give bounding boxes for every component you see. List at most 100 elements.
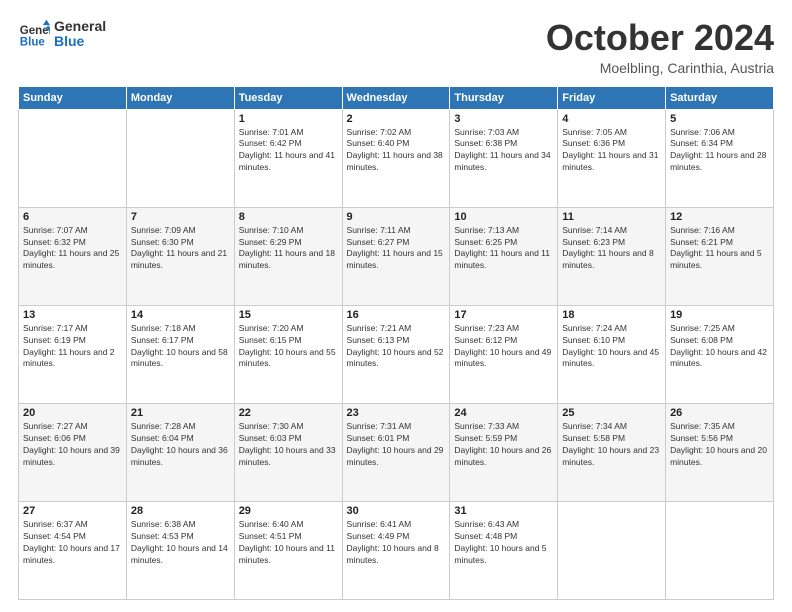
calendar-cell: 4 Sunrise: 7:05 AMSunset: 6:36 PMDaylight… (558, 109, 666, 207)
calendar-cell: 15Sunrise: 7:20 AMSunset: 6:15 PMDayligh… (234, 305, 342, 403)
calendar-cell: 28 Sunrise: 6:38 AMSunset: 4:53 PMDayligh… (126, 501, 234, 599)
calendar-cell: 24Sunrise: 7:33 AMSunset: 5:59 PMDayligh… (450, 403, 558, 501)
calendar-cell: 2Sunrise: 7:02 AMSunset: 6:40 PMDaylight… (342, 109, 450, 207)
weekday-header-sunday: Sunday (19, 86, 127, 109)
calendar-cell: 7 Sunrise: 7:09 AMSunset: 6:30 PMDaylight… (126, 207, 234, 305)
cell-info: Sunrise: 6:37 AMSunset: 4:54 PMDaylight:… (23, 519, 122, 567)
cell-info: Sunrise: 7:09 AMSunset: 6:30 PMDaylight:… (131, 225, 230, 273)
calendar-week-5: 27 Sunrise: 6:37 AMSunset: 4:54 PMDayligh… (19, 501, 774, 599)
calendar-cell: 21 Sunrise: 7:28 AMSunset: 6:04 PMDayligh… (126, 403, 234, 501)
calendar-cell: 5 Sunrise: 7:06 AMSunset: 6:34 PMDaylight… (666, 109, 774, 207)
month-title: October 2024 (546, 18, 774, 58)
cell-info: Sunrise: 7:34 AMSunset: 5:58 PMDaylight:… (562, 421, 661, 469)
calendar-cell (19, 109, 127, 207)
cell-info: Sunrise: 7:05 AMSunset: 6:36 PMDaylight:… (562, 127, 661, 175)
weekday-header-wednesday: Wednesday (342, 86, 450, 109)
page-header: General Blue General Blue October 2024 M… (18, 18, 774, 76)
day-number: 12 (670, 211, 769, 223)
day-number: 20 (23, 407, 122, 419)
cell-info: Sunrise: 7:06 AMSunset: 6:34 PMDaylight:… (670, 127, 769, 175)
day-number: 4 (562, 113, 661, 125)
cell-info: Sunrise: 6:40 AMSunset: 4:51 PMDaylight:… (239, 519, 338, 567)
cell-info: Sunrise: 7:23 AMSunset: 6:12 PMDaylight:… (454, 323, 553, 371)
logo-line2: Blue (54, 34, 106, 49)
day-number: 10 (454, 211, 553, 223)
cell-info: Sunrise: 7:07 AMSunset: 6:32 PMDaylight:… (23, 225, 122, 273)
logo-line1: General (54, 19, 106, 34)
cell-info: Sunrise: 7:10 AMSunset: 6:29 PMDaylight:… (239, 225, 338, 273)
calendar-cell: 30 Sunrise: 6:41 AMSunset: 4:49 PMDayligh… (342, 501, 450, 599)
cell-info: Sunrise: 7:31 AMSunset: 6:01 PMDaylight:… (347, 421, 446, 469)
cell-info: Sunrise: 7:14 AMSunset: 6:23 PMDaylight:… (562, 225, 661, 273)
cell-info: Sunrise: 7:25 AMSunset: 6:08 PMDaylight:… (670, 323, 769, 371)
weekday-header-tuesday: Tuesday (234, 86, 342, 109)
cell-info: Sunrise: 7:02 AMSunset: 6:40 PMDaylight:… (347, 127, 446, 175)
day-number: 9 (347, 211, 446, 223)
day-number: 28 (131, 505, 230, 517)
calendar-cell: 9Sunrise: 7:11 AMSunset: 6:27 PMDaylight… (342, 207, 450, 305)
cell-info: Sunrise: 6:41 AMSunset: 4:49 PMDaylight:… (347, 519, 446, 567)
calendar-cell: 11 Sunrise: 7:14 AMSunset: 6:23 PMDayligh… (558, 207, 666, 305)
calendar-cell: 29 Sunrise: 6:40 AMSunset: 4:51 PMDayligh… (234, 501, 342, 599)
calendar-body: 1Sunrise: 7:01 AMSunset: 6:42 PMDaylight… (19, 109, 774, 599)
day-number: 30 (347, 505, 446, 517)
calendar-cell: 14Sunrise: 7:18 AMSunset: 6:17 PMDayligh… (126, 305, 234, 403)
day-number: 19 (670, 309, 769, 321)
day-number: 23 (347, 407, 446, 419)
day-number: 7 (131, 211, 230, 223)
calendar-cell: 25 Sunrise: 7:34 AMSunset: 5:58 PMDayligh… (558, 403, 666, 501)
cell-info: Sunrise: 7:30 AMSunset: 6:03 PMDaylight:… (239, 421, 338, 469)
calendar-cell: 17Sunrise: 7:23 AMSunset: 6:12 PMDayligh… (450, 305, 558, 403)
weekday-header-monday: Monday (126, 86, 234, 109)
title-block: October 2024 Moelbling, Carinthia, Austr… (546, 18, 774, 76)
cell-info: Sunrise: 7:03 AMSunset: 6:38 PMDaylight:… (454, 127, 553, 175)
calendar-cell: 1Sunrise: 7:01 AMSunset: 6:42 PMDaylight… (234, 109, 342, 207)
location: Moelbling, Carinthia, Austria (546, 60, 774, 76)
calendar-cell: 31 Sunrise: 6:43 AMSunset: 4:48 PMDayligh… (450, 501, 558, 599)
day-number: 22 (239, 407, 338, 419)
cell-info: Sunrise: 6:38 AMSunset: 4:53 PMDaylight:… (131, 519, 230, 567)
calendar-cell: 19 Sunrise: 7:25 AMSunset: 6:08 PMDayligh… (666, 305, 774, 403)
calendar-week-4: 20 Sunrise: 7:27 AMSunset: 6:06 PMDayligh… (19, 403, 774, 501)
calendar-cell: 12 Sunrise: 7:16 AMSunset: 6:21 PMDayligh… (666, 207, 774, 305)
cell-info: Sunrise: 7:27 AMSunset: 6:06 PMDaylight:… (23, 421, 122, 469)
calendar-cell: 20 Sunrise: 7:27 AMSunset: 6:06 PMDayligh… (19, 403, 127, 501)
cell-info: Sunrise: 7:16 AMSunset: 6:21 PMDaylight:… (670, 225, 769, 273)
logo-icon: General Blue (18, 18, 50, 50)
day-number: 31 (454, 505, 553, 517)
svg-text:General: General (20, 25, 50, 37)
day-number: 3 (454, 113, 553, 125)
day-number: 21 (131, 407, 230, 419)
day-number: 25 (562, 407, 661, 419)
calendar-cell: 26Sunrise: 7:35 AMSunset: 5:56 PMDayligh… (666, 403, 774, 501)
calendar-cell: 8Sunrise: 7:10 AMSunset: 6:29 PMDaylight… (234, 207, 342, 305)
cell-info: Sunrise: 7:28 AMSunset: 6:04 PMDaylight:… (131, 421, 230, 469)
calendar-cell: 3 Sunrise: 7:03 AMSunset: 6:38 PMDaylight… (450, 109, 558, 207)
logo: General Blue General Blue (18, 18, 106, 50)
day-number: 15 (239, 309, 338, 321)
cell-info: Sunrise: 7:21 AMSunset: 6:13 PMDaylight:… (347, 323, 446, 371)
day-number: 11 (562, 211, 661, 223)
cell-info: Sunrise: 6:43 AMSunset: 4:48 PMDaylight:… (454, 519, 553, 567)
day-number: 1 (239, 113, 338, 125)
day-number: 29 (239, 505, 338, 517)
calendar-table: SundayMondayTuesdayWednesdayThursdayFrid… (18, 86, 774, 600)
cell-info: Sunrise: 7:13 AMSunset: 6:25 PMDaylight:… (454, 225, 553, 273)
svg-text:Blue: Blue (20, 37, 46, 49)
calendar-week-2: 6 Sunrise: 7:07 AMSunset: 6:32 PMDaylight… (19, 207, 774, 305)
cell-info: Sunrise: 7:17 AMSunset: 6:19 PMDaylight:… (23, 323, 122, 371)
calendar-week-3: 13 Sunrise: 7:17 AMSunset: 6:19 PMDayligh… (19, 305, 774, 403)
calendar-cell: 13 Sunrise: 7:17 AMSunset: 6:19 PMDayligh… (19, 305, 127, 403)
day-number: 24 (454, 407, 553, 419)
calendar-cell (666, 501, 774, 599)
day-number: 27 (23, 505, 122, 517)
calendar-cell (558, 501, 666, 599)
day-number: 13 (23, 309, 122, 321)
day-number: 6 (23, 211, 122, 223)
cell-info: Sunrise: 7:18 AMSunset: 6:17 PMDaylight:… (131, 323, 230, 371)
day-number: 5 (670, 113, 769, 125)
calendar-cell: 16 Sunrise: 7:21 AMSunset: 6:13 PMDayligh… (342, 305, 450, 403)
day-number: 16 (347, 309, 446, 321)
day-number: 18 (562, 309, 661, 321)
cell-info: Sunrise: 7:24 AMSunset: 6:10 PMDaylight:… (562, 323, 661, 371)
